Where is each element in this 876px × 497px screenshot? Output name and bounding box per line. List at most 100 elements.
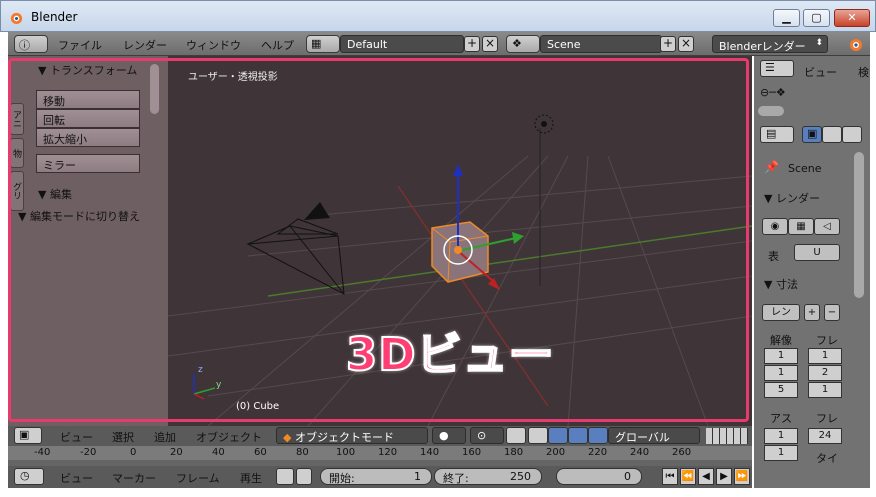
remove-layout-button[interactable]: ×	[482, 36, 498, 52]
render-tab-button[interactable]: ▣	[802, 126, 822, 143]
play-button[interactable]: ▶	[716, 468, 732, 485]
frame-start-value: 1	[414, 470, 421, 483]
preview-range-button[interactable]	[276, 468, 294, 485]
render-animation-button[interactable]: ▦	[788, 218, 814, 235]
properties-scrollbar[interactable]	[854, 152, 864, 298]
mirror-button[interactable]: ミラー	[36, 154, 140, 173]
maximize-button[interactable]: ▢	[803, 9, 830, 27]
add-scene-button[interactable]: +	[660, 36, 676, 52]
rotate-arc-button[interactable]	[568, 427, 588, 444]
editor-type-outliner-button[interactable]: ☰	[760, 60, 794, 77]
remove-preset-button[interactable]: −	[824, 304, 840, 321]
menu-view[interactable]: ビュー	[60, 429, 93, 445]
jump-start-button[interactable]: ⏮	[662, 468, 678, 485]
frame-step-field[interactable]: 1	[808, 382, 842, 398]
current-frame-field[interactable]: 0	[556, 468, 642, 485]
scene-icon-button[interactable]: ❖	[506, 35, 540, 53]
menu-select[interactable]: 選択	[112, 429, 134, 445]
render-layers-tab-button[interactable]	[822, 126, 842, 143]
layer-grid[interactable]	[706, 428, 748, 444]
tab-animation[interactable]: アニ	[10, 103, 24, 135]
camera-icon: ▣	[807, 127, 818, 140]
editor-type-properties-button[interactable]: ▤	[760, 126, 794, 143]
menu-frame[interactable]: フレーム	[176, 470, 220, 486]
cube-icon: ▣	[19, 428, 30, 441]
translate-manipulator-button[interactable]	[528, 427, 548, 444]
render-audio-button[interactable]: ◁	[814, 218, 840, 235]
frame-end-field[interactable]: 終了: 250	[434, 468, 542, 485]
menu-window[interactable]: ウィンドウ	[186, 37, 241, 53]
aspect-y-field[interactable]: 1	[764, 445, 798, 461]
outliner-search-menu[interactable]: 検	[858, 64, 869, 80]
add-layout-button[interactable]: +	[464, 36, 480, 52]
render-preset-select[interactable]: レン	[762, 304, 800, 321]
menu-help[interactable]: ヘルプ	[261, 37, 294, 53]
next-key-button[interactable]: ⏩	[734, 468, 750, 485]
outliner-hscroll[interactable]	[758, 106, 784, 116]
frame-start-field[interactable]: 開始: 1	[320, 468, 432, 485]
tab-physics[interactable]: 物	[10, 138, 24, 168]
frame-range-label: フレ	[816, 334, 838, 347]
move-arrow-button[interactable]	[548, 427, 568, 444]
render-still-button[interactable]: ◉	[762, 218, 788, 235]
timeline-ruler[interactable]: -40 -20 0 20 40 60 80 100 120 140 160 18…	[8, 446, 752, 460]
menu-add[interactable]: 追加	[154, 429, 176, 445]
scene-tab-button[interactable]	[842, 126, 862, 143]
edit-panel-header[interactable]: ▼ 編集	[38, 186, 72, 202]
frame-start-prop-field[interactable]: 1	[808, 348, 842, 364]
pivot-select[interactable]: ⊙	[470, 427, 504, 444]
manipulator-toggle-button[interactable]	[506, 427, 526, 444]
menu-playback[interactable]: 再生	[240, 470, 262, 486]
orientation-label: グローバル	[615, 431, 670, 444]
editmode-panel-header[interactable]: ▼ 編集モードに切り替え	[18, 208, 140, 224]
screen-layout-icon-button[interactable]: ▦	[306, 35, 340, 53]
scale-handle-button[interactable]	[588, 427, 608, 444]
scene-field[interactable]: Scene	[540, 35, 662, 53]
aspect-x-field[interactable]: 1	[764, 428, 798, 444]
render-panel-header[interactable]: ▼ レンダー	[764, 190, 820, 206]
tool-shelf-scrollbar[interactable]	[150, 64, 159, 114]
prev-key-button[interactable]: ⏪	[680, 468, 696, 485]
res-x-field[interactable]: 1	[764, 348, 798, 364]
layout-grid-icon: ▦	[311, 37, 322, 50]
scale-button[interactable]: 拡大縮小	[36, 128, 140, 147]
tab-grease-pencil[interactable]: グリ	[10, 171, 24, 211]
play-reverse-button[interactable]: ◀	[698, 468, 714, 485]
orientation-select[interactable]: グローバル	[608, 427, 700, 444]
res-y-field[interactable]: 1	[764, 365, 798, 381]
3d-view-header: ▣ ビュー 選択 追加 オブジェクト ◆ オブジェクトモード ● ⊙ グローバル	[8, 426, 752, 446]
tick-label: 0	[130, 447, 137, 458]
mode-select[interactable]: ◆ オブジェクトモード	[276, 427, 428, 444]
pin-icon[interactable]: 📌	[764, 160, 779, 174]
time-remap-label: タイ	[816, 452, 838, 465]
tool-shelf-tabs: アニ 物 グリ	[8, 68, 26, 216]
display-select[interactable]: U	[794, 244, 840, 261]
layout-field[interactable]: Default	[340, 35, 464, 53]
close-button[interactable]: ✕	[834, 9, 870, 27]
shading-select[interactable]: ●	[432, 427, 466, 444]
add-preset-button[interactable]: +	[804, 304, 820, 321]
transform-panel-header[interactable]: ▼ トランスフォーム	[38, 62, 137, 78]
properties-icon: ▤	[766, 127, 777, 140]
frame-end-prop-field[interactable]: 2	[808, 365, 842, 381]
outliner-view-menu[interactable]: ビュー	[804, 64, 837, 80]
fps-select[interactable]: 24	[808, 428, 842, 444]
translate-button[interactable]: 移動	[36, 90, 140, 109]
minimize-icon: ▁	[782, 11, 791, 24]
menu-object[interactable]: オブジェクト	[196, 429, 262, 445]
close-icon: ✕	[847, 11, 857, 24]
dimensions-panel-header[interactable]: ▼ 寸法	[764, 276, 798, 292]
menu-render[interactable]: レンダー	[123, 37, 167, 53]
lock-icon[interactable]	[296, 468, 312, 485]
menu-marker[interactable]: マーカー	[112, 470, 156, 486]
editor-type-button[interactable]: ⓘ	[14, 35, 48, 53]
remove-scene-button[interactable]: ×	[678, 36, 694, 52]
minimize-button[interactable]: ▁	[773, 9, 800, 27]
rotate-button[interactable]: 回転	[36, 109, 140, 128]
editor-type-3d-button[interactable]: ▣	[14, 427, 42, 444]
editor-type-timeline-button[interactable]: ◷	[14, 468, 44, 485]
render-engine-select[interactable]: Blenderレンダー ⬍	[712, 35, 828, 53]
menu-file[interactable]: ファイル	[58, 37, 102, 53]
res-percent-field[interactable]: 5	[764, 382, 798, 398]
menu-timeline-view[interactable]: ビュー	[60, 470, 93, 486]
